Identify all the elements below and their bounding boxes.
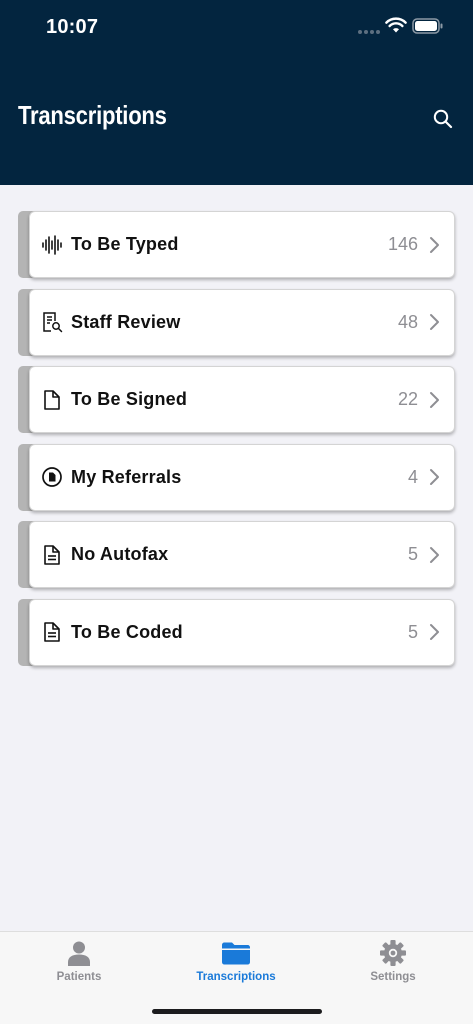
chevron-right-icon (428, 391, 440, 409)
list-item-card[interactable]: No Autofax 5 (29, 521, 455, 588)
list-item-staff-review[interactable]: Staff Review 48 (18, 288, 455, 356)
chevron-right-icon (428, 468, 440, 486)
list-item-label: My Referrals (71, 466, 182, 487)
list-item-label: Staff Review (71, 311, 181, 332)
list-item-no-autofax[interactable]: No Autofax 5 (18, 521, 455, 588)
list-item-to-be-typed[interactable]: To Be Typed 146 (18, 211, 455, 278)
document-lines-icon (41, 621, 63, 643)
list-item-count: 5 (407, 621, 418, 642)
page-title: Transcriptions (18, 100, 167, 130)
folder-icon (221, 938, 251, 968)
person-icon (64, 938, 94, 968)
search-button[interactable] (426, 102, 460, 136)
list-item-count: 4 (407, 466, 418, 487)
document-lines-icon (41, 544, 63, 566)
app-header: 10:07 Transcriptions (0, 0, 473, 185)
home-indicator (152, 1009, 322, 1014)
list-item-count: 5 (407, 544, 418, 564)
list-item-to-be-coded[interactable]: To Be Coded 5 (18, 598, 455, 666)
chevron-right-icon (428, 623, 440, 641)
list-item-card[interactable]: My Referrals 4 (29, 443, 455, 511)
list-item-card[interactable]: To Be Typed 146 (29, 211, 455, 278)
status-time: 10:07 (46, 16, 99, 38)
list-item-count: 146 (387, 234, 418, 254)
list-item-count: 22 (397, 389, 418, 409)
tab-transcriptions[interactable]: Transcriptions (176, 938, 296, 983)
search-icon (433, 109, 453, 129)
list-item-card[interactable]: To Be Signed 22 (29, 366, 455, 433)
list-item-my-referrals[interactable]: My Referrals 4 (18, 443, 455, 511)
tab-patients[interactable]: Patients (19, 938, 139, 983)
waveform-icon (41, 234, 63, 256)
list-item-to-be-signed[interactable]: To Be Signed 22 (18, 366, 455, 433)
list-item-label: To Be Signed (71, 389, 188, 409)
document-icon (41, 389, 63, 411)
chevron-right-icon (428, 546, 440, 564)
chevron-right-icon (428, 236, 440, 254)
list-item-card[interactable]: Staff Review 48 (29, 288, 455, 356)
tab-label: Patients (56, 971, 102, 983)
tab-settings[interactable]: Settings (333, 938, 453, 983)
list-item-label: To Be Coded (71, 621, 183, 642)
chevron-right-icon (428, 313, 440, 331)
gear-icon (378, 938, 408, 968)
wifi-icon (385, 17, 407, 33)
tab-label: Transcriptions (196, 971, 276, 983)
transcription-category-list: To Be Typed 146 Staff Review 48 To Be Si… (18, 211, 455, 676)
list-item-label: To Be Typed (71, 234, 179, 254)
list-item-count: 48 (397, 311, 418, 332)
cellular-signal-icon (358, 29, 380, 35)
list-item-label: No Autofax (71, 544, 169, 564)
list-item-card[interactable]: To Be Coded 5 (29, 598, 455, 666)
battery-icon (412, 18, 443, 34)
status-bar: 10:07 (0, 0, 473, 54)
tab-label: Settings (370, 971, 416, 983)
referral-badge-icon (41, 466, 63, 488)
document-search-icon (41, 311, 63, 333)
